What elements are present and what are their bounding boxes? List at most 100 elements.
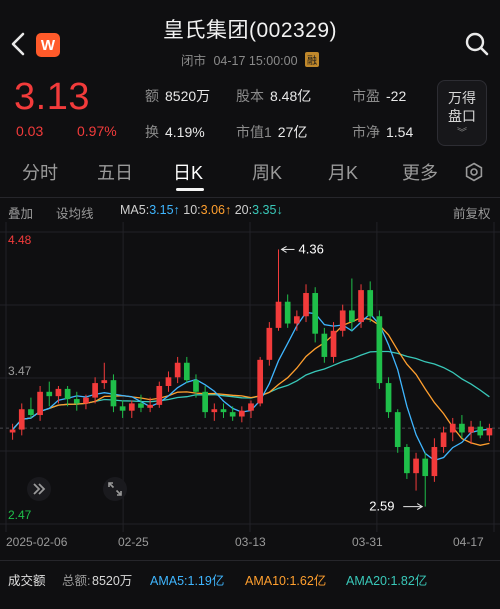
settings-icon — [465, 162, 483, 182]
candle-body — [229, 412, 236, 417]
candle-body — [404, 447, 410, 474]
volume-total-label: 总额: — [62, 574, 91, 588]
candle-body — [440, 432, 447, 448]
expand-icon — [103, 477, 127, 501]
candle-body — [183, 362, 190, 381]
tab-more[interactable]: 更多 — [402, 159, 438, 185]
candle-body — [394, 412, 401, 448]
candle-body — [9, 429, 16, 433]
y-label-top: 4.48 — [8, 233, 32, 247]
tab-daily-k[interactable]: 日K — [173, 159, 203, 185]
last-price: 3.13 — [14, 76, 90, 118]
candle-body — [248, 403, 254, 411]
tab-intraday[interactable]: 分时 — [22, 159, 58, 185]
candlestick-chart[interactable]: 4.36 2.59 — [0, 222, 500, 532]
candle-body — [92, 383, 98, 398]
x-label-1: 02-25 — [118, 535, 149, 549]
candle-body — [211, 409, 218, 413]
price-change: 0.03 — [16, 123, 44, 139]
candle-body — [202, 391, 208, 413]
stat-turnover-rate: 换 4.19% — [145, 122, 205, 142]
candle-body — [468, 426, 474, 433]
period-tabs: 分时 五日 日K 周K 月K 更多 — [0, 155, 500, 195]
candle-body — [64, 388, 71, 400]
search-button[interactable] — [464, 31, 490, 57]
candle-body — [303, 293, 309, 317]
ma20-value: 3.35 — [252, 203, 277, 217]
candle-body — [119, 406, 126, 411]
candle-body — [358, 290, 364, 323]
candle-body — [449, 423, 456, 433]
tab-five-day[interactable]: 五日 — [97, 159, 133, 185]
fast-forward-button[interactable] — [26, 476, 52, 502]
candle-body — [459, 423, 465, 433]
order-book-line2: 盘口 — [448, 108, 476, 124]
stat-pe-ratio: 市盈 -22 — [352, 86, 406, 106]
candle-body — [28, 409, 34, 416]
candle-body — [422, 458, 429, 477]
candle-body — [367, 290, 374, 317]
stat-turnover-amount: 额 8520万 — [145, 86, 210, 106]
price-change-pct: 0.97% — [77, 123, 117, 139]
stat-pb-ratio: 市净 1.54 — [352, 122, 413, 142]
stat-label: 市值1 — [236, 124, 272, 140]
candle-body — [294, 316, 300, 324]
ma10-label: 10: — [183, 203, 201, 217]
candle-body — [165, 377, 172, 386]
ama10-value: AMA10:1.62亿 — [245, 574, 327, 588]
candle-body — [321, 333, 328, 357]
volume-divider — [0, 560, 500, 561]
candle-body — [193, 380, 199, 392]
fullscreen-button[interactable] — [102, 476, 128, 502]
stat-label: 股本 — [236, 88, 264, 104]
order-book-button[interactable]: 万得 盘口 ︾ — [437, 80, 487, 146]
candle-body — [266, 327, 273, 360]
ma5-line — [12, 311, 490, 462]
candle-body — [385, 383, 392, 413]
stat-share-capital: 股本 8.48亿 — [236, 86, 311, 106]
low-price-label: 2.59 — [369, 499, 394, 514]
ama5-value: AMA5:1.19亿 — [150, 574, 225, 588]
chart-settings-button[interactable] — [464, 162, 484, 182]
candle-body — [284, 301, 291, 324]
high-price-label: 4.36 — [299, 241, 324, 256]
candle-body — [101, 380, 108, 384]
price-adjust-dropdown[interactable]: 前复权 — [453, 203, 491, 222]
candle-body — [413, 458, 419, 474]
candle-body — [18, 409, 25, 430]
candle-body — [128, 403, 135, 411]
ma10-value: 3.06 — [200, 203, 225, 217]
x-label-4: 04-17 — [453, 535, 484, 549]
x-label-2: 03-13 — [235, 535, 266, 549]
market-datetime: 04-17 15:00:00 — [213, 54, 298, 68]
page-title: 皇氏集团(002329) — [162, 19, 338, 42]
stat-label: 换 — [145, 124, 159, 140]
stat-value: 4.19% — [165, 124, 205, 140]
x-label-3: 03-31 — [352, 535, 383, 549]
market-status: 闭市 04-17 15:00:00 融 — [0, 50, 500, 69]
candle-body — [275, 301, 282, 328]
ma5-label: MA5: — [120, 203, 150, 217]
ama20-value: AMA20:1.82亿 — [346, 574, 428, 588]
double-chevron-right-icon — [27, 477, 51, 501]
candle-body — [431, 447, 438, 477]
stat-label: 市盈 — [352, 88, 380, 104]
search-icon — [465, 32, 489, 56]
ma5-value: 3.15 — [149, 203, 174, 217]
candle-body — [257, 359, 264, 404]
candle-body — [55, 388, 62, 397]
tabs-divider — [0, 197, 500, 198]
x-label-0: 2025-02-06 — [6, 535, 68, 549]
tab-monthly-k[interactable]: 月K — [328, 159, 358, 185]
candle-body — [330, 330, 337, 357]
set-ma-button[interactable]: 设均线 — [56, 203, 94, 222]
candle-body — [220, 409, 227, 413]
tab-weekly-k[interactable]: 周K — [252, 159, 282, 185]
candle-body — [147, 404, 153, 408]
chevron-down-icon: ︾ — [457, 128, 467, 139]
candle-body — [477, 426, 484, 436]
volume-title: 成交额 — [8, 574, 46, 588]
candle-body — [174, 362, 181, 378]
ma-values: MA5:3.15↑ 10:3.06↑ 20:3.35↓ — [120, 203, 283, 217]
overlay-button[interactable]: 叠加 — [8, 203, 33, 222]
